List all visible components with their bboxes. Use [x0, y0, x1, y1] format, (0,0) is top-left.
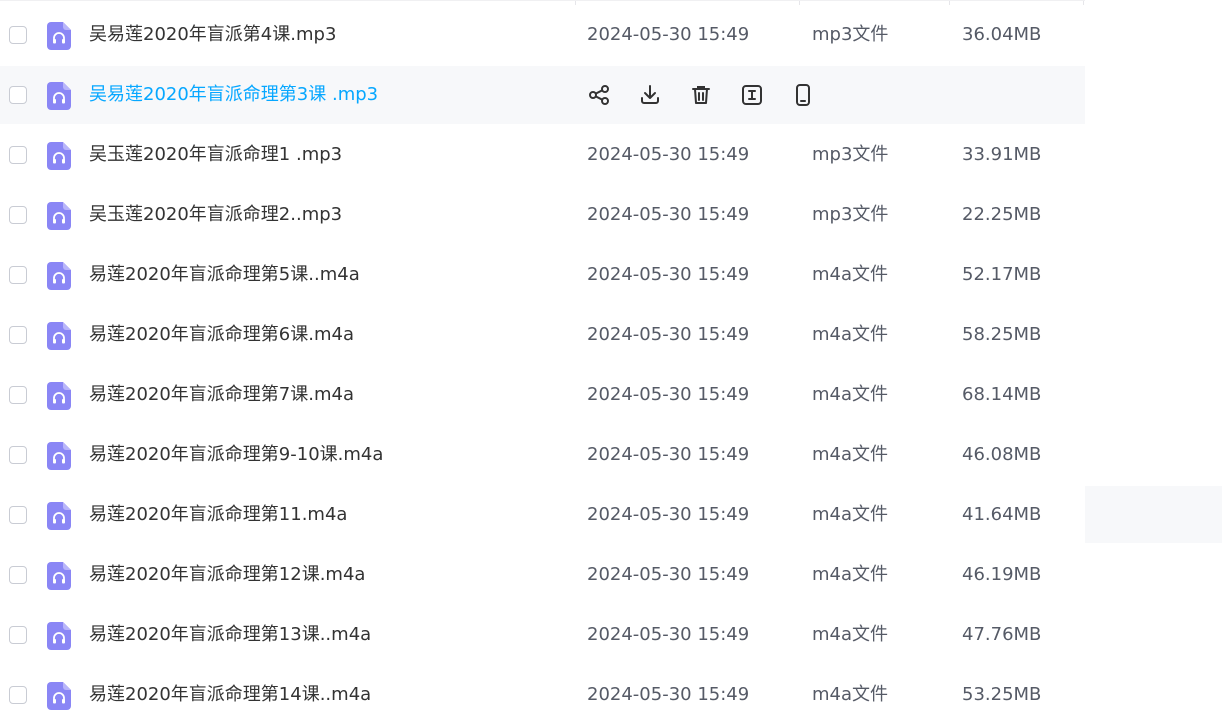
file-modified-date: 2024-05-30 15:49 — [587, 444, 750, 465]
file-type: mp3文件 — [812, 204, 889, 225]
row-checkbox[interactable] — [9, 626, 27, 644]
file-row[interactable]: 易莲2020年盲派命理第9-10课.m4a 2024-05-30 15:49 m… — [0, 426, 1085, 484]
file-modified-date: 2024-05-30 15:49 — [587, 624, 750, 645]
row-checkbox[interactable] — [9, 446, 27, 464]
file-size: 58.25MB — [962, 324, 1042, 345]
file-row[interactable]: 易莲2020年盲派命理第11.m4a 2024-05-30 15:49 m4a文… — [0, 486, 1085, 544]
download-icon[interactable] — [638, 83, 662, 107]
audio-file-icon — [47, 382, 71, 410]
file-name[interactable]: 易莲2020年盲派命理第14课..m4a — [89, 684, 371, 706]
row-checkbox[interactable] — [9, 566, 27, 584]
row-checkbox[interactable] — [9, 686, 27, 704]
row-checkbox[interactable] — [9, 386, 27, 404]
share-icon[interactable] — [587, 83, 611, 107]
row-checkbox[interactable] — [9, 326, 27, 344]
file-name[interactable]: 易莲2020年盲派命理第12课.m4a — [89, 564, 365, 586]
file-type: m4a文件 — [812, 684, 889, 705]
file-size: 52.17MB — [962, 264, 1042, 285]
file-modified-date: 2024-05-30 15:49 — [587, 324, 750, 345]
row-checkbox[interactable] — [9, 206, 27, 224]
audio-file-icon — [47, 22, 71, 50]
file-type: m4a文件 — [812, 324, 889, 345]
phone-icon[interactable] — [791, 83, 815, 107]
file-name[interactable]: 吴易莲2020年盲派第4课.mp3 — [89, 24, 336, 46]
row-checkbox[interactable] — [9, 26, 27, 44]
file-row[interactable]: 易莲2020年盲派命理第14课..m4a 2024-05-30 15:49 m4… — [0, 666, 1085, 710]
file-size: 22.25MB — [962, 204, 1042, 225]
file-size: 53.25MB — [962, 684, 1042, 705]
file-size: 68.14MB — [962, 384, 1042, 405]
file-type: mp3文件 — [812, 24, 889, 45]
file-name[interactable]: 易莲2020年盲派命理第5课..m4a — [89, 264, 360, 286]
file-name[interactable]: 易莲2020年盲派命理第6课.m4a — [89, 324, 354, 346]
file-name[interactable]: 吴易莲2020年盲派命理第3课 .mp3 — [89, 84, 378, 106]
file-row[interactable]: 易莲2020年盲派命理第13课..m4a 2024-05-30 15:49 m4… — [0, 606, 1085, 664]
file-list: 吴易莲2020年盲派第4课.mp3 2024-05-30 15:49 mp3文件… — [0, 0, 1085, 710]
file-type: m4a文件 — [812, 384, 889, 405]
file-type: m4a文件 — [812, 504, 889, 525]
row-checkbox[interactable] — [9, 146, 27, 164]
delete-icon[interactable] — [689, 83, 713, 107]
file-size: 33.91MB — [962, 144, 1042, 165]
file-type: m4a文件 — [812, 264, 889, 285]
audio-file-icon — [47, 82, 71, 110]
file-size: 47.76MB — [962, 624, 1042, 645]
audio-file-icon — [47, 682, 71, 710]
file-modified-date: 2024-05-30 15:49 — [587, 24, 750, 45]
file-modified-date: 2024-05-30 15:49 — [587, 504, 750, 525]
file-modified-date: 2024-05-30 15:49 — [587, 264, 750, 285]
file-row-hovered[interactable]: 吴易莲2020年盲派命理第3课 .mp3 — [0, 66, 1085, 124]
file-name[interactable]: 易莲2020年盲派命理第9-10课.m4a — [89, 444, 383, 466]
file-modified-date: 2024-05-30 15:49 — [587, 564, 750, 585]
file-type: m4a文件 — [812, 624, 889, 645]
audio-file-icon — [47, 322, 71, 350]
file-type: m4a文件 — [812, 564, 889, 585]
rename-icon[interactable] — [740, 83, 764, 107]
file-modified-date: 2024-05-30 15:49 — [587, 384, 750, 405]
file-row[interactable]: 易莲2020年盲派命理第5课..m4a 2024-05-30 15:49 m4a… — [0, 246, 1085, 304]
file-type: m4a文件 — [812, 444, 889, 465]
file-row[interactable]: 易莲2020年盲派命理第6课.m4a 2024-05-30 15:49 m4a文… — [0, 306, 1085, 364]
audio-file-icon — [47, 562, 71, 590]
row-checkbox[interactable] — [9, 86, 27, 104]
audio-file-icon — [47, 502, 71, 530]
file-row[interactable]: 吴玉莲2020年盲派命理1 .mp3 2024-05-30 15:49 mp3文… — [0, 126, 1085, 184]
file-size: 36.04MB — [962, 24, 1042, 45]
row-checkbox[interactable] — [9, 506, 27, 524]
row-checkbox[interactable] — [9, 266, 27, 284]
file-type: mp3文件 — [812, 144, 889, 165]
file-name[interactable]: 易莲2020年盲派命理第13课..m4a — [89, 624, 371, 646]
file-row[interactable]: 易莲2020年盲派命理第7课.m4a 2024-05-30 15:49 m4a文… — [0, 366, 1085, 424]
file-name[interactable]: 易莲2020年盲派命理第7课.m4a — [89, 384, 354, 406]
audio-file-icon — [47, 262, 71, 290]
audio-file-icon — [47, 622, 71, 650]
file-row[interactable]: 吴玉莲2020年盲派命理2..mp3 2024-05-30 15:49 mp3文… — [0, 186, 1085, 244]
side-panel-hover-area — [1085, 486, 1222, 543]
file-modified-date: 2024-05-30 15:49 — [587, 684, 750, 705]
file-row[interactable]: 吴易莲2020年盲派第4课.mp3 2024-05-30 15:49 mp3文件… — [0, 6, 1085, 64]
file-name[interactable]: 吴玉莲2020年盲派命理2..mp3 — [89, 204, 342, 226]
audio-file-icon — [47, 142, 71, 170]
file-row[interactable]: 易莲2020年盲派命理第12课.m4a 2024-05-30 15:49 m4a… — [0, 546, 1085, 604]
file-size: 46.19MB — [962, 564, 1042, 585]
file-size: 46.08MB — [962, 444, 1042, 465]
file-size: 41.64MB — [962, 504, 1042, 525]
file-modified-date: 2024-05-30 15:49 — [587, 204, 750, 225]
file-name[interactable]: 易莲2020年盲派命理第11.m4a — [89, 504, 347, 526]
audio-file-icon — [47, 442, 71, 470]
audio-file-icon — [47, 202, 71, 230]
file-name[interactable]: 吴玉莲2020年盲派命理1 .mp3 — [89, 144, 342, 166]
file-modified-date: 2024-05-30 15:49 — [587, 144, 750, 165]
